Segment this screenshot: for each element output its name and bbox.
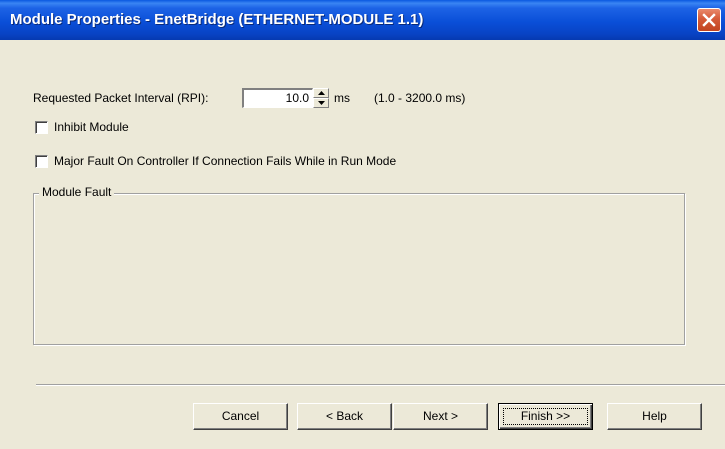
focus-rectangle <box>503 408 588 425</box>
help-button[interactable]: Help <box>607 403 702 430</box>
down-arrow-icon <box>318 101 325 105</box>
module-fault-legend: Module Fault <box>39 185 115 199</box>
rpi-input[interactable]: 10.0 <box>242 88 313 108</box>
back-button[interactable]: < Back <box>297 403 392 430</box>
up-arrow-icon <box>318 91 325 95</box>
inhibit-module-label[interactable]: Inhibit Module <box>54 120 129 134</box>
rpi-spin-down-button[interactable] <box>313 98 329 108</box>
rpi-range: (1.0 - 3200.0 ms) <box>374 91 466 105</box>
module-fault-group <box>33 193 685 345</box>
inhibit-module-checkbox[interactable] <box>35 121 48 134</box>
window-title: Module Properties - EnetBridge (ETHERNET… <box>10 11 424 28</box>
cancel-button[interactable]: Cancel <box>193 403 288 430</box>
rpi-unit: ms <box>334 91 350 105</box>
next-button[interactable]: Next > <box>393 403 488 430</box>
rpi-spin-up-button[interactable] <box>313 88 329 98</box>
title-bar[interactable]: Module Properties - EnetBridge (ETHERNET… <box>0 0 725 40</box>
module-properties-dialog: Module Properties - EnetBridge (ETHERNET… <box>0 0 725 449</box>
finish-button[interactable]: Finish >> <box>498 403 593 430</box>
close-button[interactable] <box>697 8 721 32</box>
major-fault-checkbox[interactable] <box>35 155 48 168</box>
separator-line <box>36 384 725 386</box>
close-icon <box>702 13 716 27</box>
rpi-spinner[interactable] <box>313 88 329 108</box>
major-fault-label[interactable]: Major Fault On Controller If Connection … <box>54 154 396 168</box>
rpi-label: Requested Packet Interval (RPI): <box>33 91 209 105</box>
